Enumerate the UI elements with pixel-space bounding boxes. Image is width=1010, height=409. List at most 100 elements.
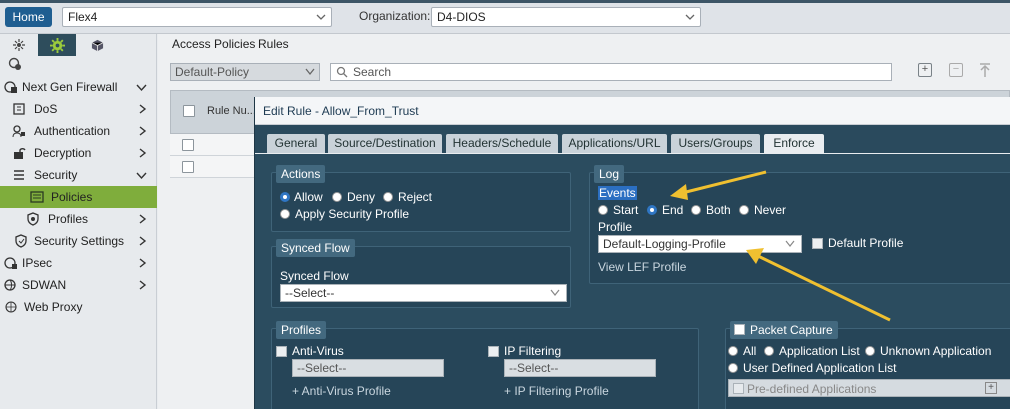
chevron-down-icon [785,240,795,247]
predefined-applications-checkbox[interactable] [733,383,744,394]
deny-label: Deny [347,190,376,204]
default-profile-checkbox[interactable] [812,238,823,249]
synced-flow-group: Synced Flow Synced Flow --Select-- [271,239,571,308]
sidebar-item-label: DoS [34,102,58,116]
table-row[interactable] [170,156,260,178]
chevron-right-icon [139,280,147,290]
tab-users-groups[interactable]: Users/Groups [671,134,760,153]
tab-access-policies[interactable]: Access Policies [172,37,255,51]
select-all-checkbox[interactable] [183,105,195,117]
event-never-label: Never [754,203,787,217]
sidebar-item-security-settings[interactable]: Security Settings [0,230,157,252]
dialog-title: Edit Rule - Allow_From_Trust [255,97,1010,125]
apply-security-profile-radio[interactable] [280,209,290,219]
organization-select[interactable]: D4-DIOS [431,7,701,27]
add-antivirus-profile-link[interactable]: + Anti-Virus Profile [292,384,391,398]
reject-radio[interactable] [383,192,393,202]
default-profile-label: Default Profile [828,236,904,250]
unlock-icon [14,148,26,159]
remove-icon[interactable]: − [949,63,963,77]
tab-source-destination[interactable]: Source/Destination [328,134,442,153]
log-group: Log Events Start End Both Never Profile … [589,165,1010,284]
event-end-label: End [662,203,684,217]
sidebar-tab-network[interactable] [0,34,38,56]
tab-rules[interactable]: Rules [258,37,289,51]
capture-unknown-application-radio[interactable] [865,346,875,356]
firewall-icon [4,81,17,93]
row-checkbox[interactable] [182,139,194,151]
chevron-down-icon [136,172,147,180]
tab-applications-url[interactable]: Applications/URL [562,134,667,153]
chevron-down-icon [305,68,315,76]
antivirus-label: Anti-Virus [292,344,344,358]
chevron-right-icon [139,214,147,224]
sidebar-item-sdwan[interactable]: SDWAN [0,274,157,296]
events-label-text: Events [598,186,637,200]
actions-group: Actions Allow Deny Reject Apply Security… [271,165,571,232]
policy-select[interactable]: Default-Policy [170,63,320,81]
antivirus-select[interactable]: --Select-- [292,359,444,377]
tab-general[interactable]: General [267,134,325,153]
home-button[interactable]: Home [5,7,52,27]
sidebar-item-label: Authentication [34,124,111,138]
capture-user-defined-radio[interactable] [728,363,738,373]
ip-filtering-checkbox[interactable] [488,346,499,357]
sidebar: Next Gen Firewall DoS Authentication Dec… [0,34,157,409]
search-input[interactable]: Search [330,63,892,81]
dos-icon [13,103,25,115]
predefined-applications-list[interactable]: Pre-defined Applications + [728,379,1010,397]
capture-application-list-label: Application List [779,344,860,358]
tab-headers-schedule[interactable]: Headers/Schedule [446,134,558,153]
ip-filtering-select[interactable]: --Select-- [504,359,656,377]
allow-radio[interactable] [280,192,290,202]
service-icon[interactable] [8,57,22,74]
sidebar-item-profiles[interactable]: Profiles [0,208,157,230]
appliance-select[interactable]: Flex4 [62,7,332,27]
log-profile-select[interactable]: Default-Logging-Profile [598,235,802,253]
synced-flow-select[interactable]: --Select-- [280,284,567,302]
sidebar-item-label: SDWAN [22,278,67,292]
sidebar-item-ipsec[interactable]: IPsec [0,252,157,274]
deny-radio[interactable] [332,192,342,202]
sidebar-tab-configuration[interactable] [38,34,76,56]
event-never-radio[interactable] [739,205,749,215]
event-start-radio[interactable] [598,205,608,215]
search-icon [336,66,348,78]
table-row[interactable] [170,134,260,156]
packet-capture-checkbox[interactable] [734,324,745,335]
sidebar-item-next-gen-firewall[interactable]: Next Gen Firewall [0,76,157,98]
chevron-down-icon [136,84,147,92]
sidebar-item-policies[interactable]: Policies [0,186,157,208]
move-top-icon[interactable] [978,62,992,78]
sidebar-item-label: Decryption [34,146,92,160]
event-end-radio[interactable] [647,205,657,215]
antivirus-checkbox[interactable] [276,346,287,357]
tab-enforce[interactable]: Enforce [764,134,824,153]
sidebar-item-authentication[interactable]: Authentication [0,120,157,142]
shield-icon [27,212,39,226]
row-checkbox[interactable] [182,161,194,173]
network-icon [13,39,25,51]
event-both-radio[interactable] [691,205,701,215]
cube-icon [91,39,103,51]
sidebar-item-label: Profiles [48,212,89,226]
capture-all-radio[interactable] [728,346,738,356]
add-icon[interactable]: + [918,63,932,77]
add-ip-filtering-profile-link[interactable]: + IP Filtering Profile [504,384,609,398]
sidebar-item-decryption[interactable]: Decryption [0,142,157,164]
sidebar-tab-objects[interactable] [78,34,116,56]
view-lef-profile-link[interactable]: View LEF Profile [598,260,686,274]
authentication-icon [12,125,25,138]
sidebar-item-web-proxy[interactable]: Web Proxy [0,296,157,318]
sidebar-item-security[interactable]: Security [0,164,157,186]
edit-rule-dialog: Edit Rule - Allow_From_Trust General Sou… [254,97,1010,409]
log-profile-select-value: Default-Logging-Profile [603,237,726,251]
event-both-label: Both [706,203,731,217]
add-icon[interactable]: + [985,382,997,394]
sidebar-item-dos[interactable]: DoS [0,98,157,120]
chevron-right-icon [139,126,147,136]
column-rule-number[interactable]: Rule Nu... [207,105,256,117]
sidebar-item-label: Policies [51,190,93,204]
organization-select-value: D4-DIOS [437,10,486,24]
capture-application-list-radio[interactable] [764,346,774,356]
